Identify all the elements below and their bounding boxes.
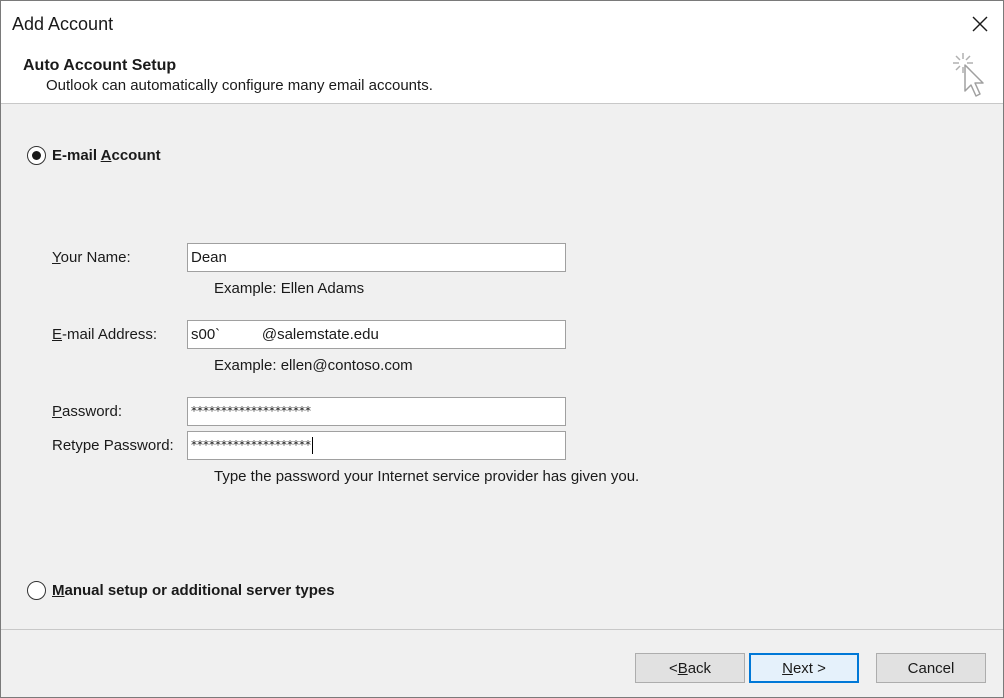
email-account-radio[interactable]	[27, 146, 46, 165]
cancel-button[interactable]: Cancel	[876, 653, 986, 683]
footer-divider	[1, 629, 1003, 630]
back-button[interactable]: < Back	[635, 653, 745, 683]
header-title: Auto Account Setup	[23, 57, 177, 74]
email-account-option[interactable]: E-mail Account	[27, 146, 161, 165]
sparkle-cursor-icon	[953, 53, 984, 97]
email-address-hint: Example: ellen@contoso.com	[214, 357, 413, 374]
your-name-input[interactable]: Dean	[187, 243, 566, 272]
password-label: Password:	[52, 403, 123, 420]
retype-password-label: Retype Password:	[52, 437, 174, 454]
password-input[interactable]: ********************	[187, 397, 566, 426]
password-hint: Type the password your Internet service …	[214, 468, 640, 485]
email-address-input[interactable]: s00` @salemstate.edu	[187, 320, 566, 349]
manual-setup-label: Manual setup or additional server types	[52, 582, 335, 599]
wizard-header: Auto Account Setup Outlook can automatic…	[1, 47, 1003, 104]
title-bar: Add Account	[1, 1, 1003, 47]
email-account-label: E-mail Account	[52, 147, 161, 164]
manual-setup-radio[interactable]	[27, 581, 46, 600]
header-subtitle: Outlook can automatically configure many…	[46, 77, 433, 94]
retype-password-value: ********************	[191, 438, 311, 452]
your-name-hint: Example: Ellen Adams	[214, 280, 365, 297]
your-name-label: Your Name:	[52, 249, 131, 266]
next-button[interactable]: Next >	[749, 653, 859, 683]
email-address-label: E-mail Address:	[52, 326, 158, 343]
retype-password-input[interactable]: ********************	[187, 431, 566, 460]
add-account-dialog: Add Account Auto Account Setup Outlook c…	[0, 0, 1004, 698]
close-button[interactable]	[957, 1, 1003, 47]
close-icon	[972, 16, 988, 32]
text-caret	[312, 437, 313, 454]
manual-setup-option[interactable]: Manual setup or additional server types	[27, 581, 335, 600]
window-title: Add Account	[12, 14, 114, 34]
wizard-content: E-mail Account Your Name: Dean Example: …	[1, 105, 1003, 629]
